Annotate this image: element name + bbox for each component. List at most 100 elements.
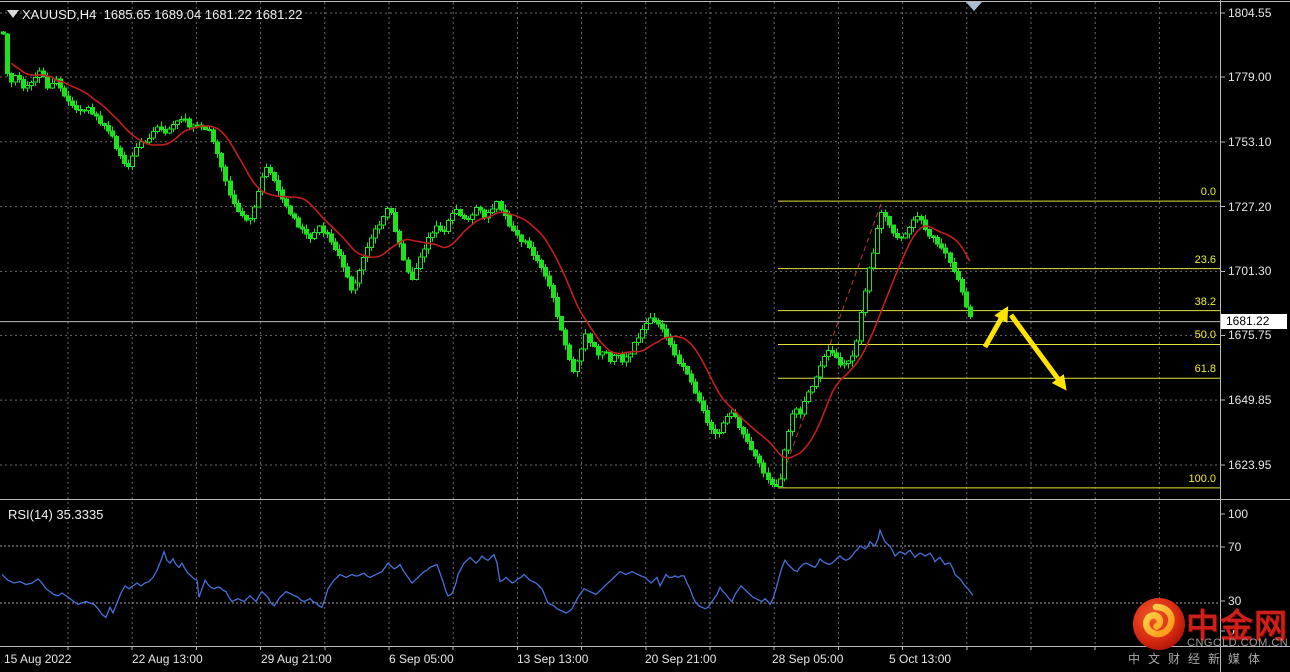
candle-body xyxy=(385,208,390,218)
candle-body xyxy=(535,255,540,261)
candle-body xyxy=(891,224,896,234)
candle-body xyxy=(628,353,633,358)
candle-body xyxy=(931,235,936,238)
candle-body xyxy=(349,276,354,291)
candle-body xyxy=(70,100,75,106)
time-axis-label: 28 Sep 05:00 xyxy=(772,652,844,666)
candle-body xyxy=(296,217,301,228)
candle-body xyxy=(717,432,722,435)
candle-body xyxy=(689,373,694,383)
candle-body xyxy=(531,246,536,256)
scroll-to-end-marker[interactable] xyxy=(966,2,982,11)
candle-body xyxy=(919,215,924,221)
candle-body xyxy=(705,409,710,423)
candle-body xyxy=(21,79,26,89)
candle-body xyxy=(74,105,79,110)
candle-body xyxy=(118,147,123,156)
symbol-dropdown-icon[interactable] xyxy=(7,10,19,18)
candle-body xyxy=(782,449,787,480)
candle-body xyxy=(895,232,900,238)
candle-body xyxy=(462,215,467,220)
candle-body xyxy=(907,227,912,235)
candle-body xyxy=(952,262,957,272)
candle-body xyxy=(195,124,200,127)
candle-body xyxy=(207,128,212,131)
logo-domain-text: CNGOLD.COM.CN xyxy=(1187,637,1289,649)
candle-body xyxy=(438,225,443,231)
candle-body xyxy=(859,311,864,342)
candle-body xyxy=(551,285,556,298)
rsi-line xyxy=(1,528,974,619)
candle-body xyxy=(903,233,908,239)
candle-body xyxy=(624,356,629,363)
candle-body xyxy=(523,240,528,243)
candle-body xyxy=(240,211,245,217)
candle-body xyxy=(596,346,601,356)
candle-body xyxy=(790,413,795,433)
rsi-panel[interactable] xyxy=(0,528,1220,619)
candle-body xyxy=(29,81,34,87)
candle-body xyxy=(264,167,269,178)
candle-body xyxy=(223,166,228,182)
candle-body xyxy=(276,180,281,191)
candle-body xyxy=(268,167,273,174)
candle-body xyxy=(353,282,358,291)
candle-body xyxy=(685,366,690,375)
candle-body xyxy=(98,115,103,124)
rsi-indicator-label: RSI(14) 35.3335 xyxy=(8,507,104,522)
candle-body xyxy=(406,259,411,273)
candle-body xyxy=(652,317,657,322)
candle-body xyxy=(171,124,176,130)
candle-body xyxy=(114,135,119,149)
candle-body xyxy=(458,209,463,217)
candle-body xyxy=(147,137,152,143)
candle-body xyxy=(414,268,419,280)
candle-body xyxy=(499,201,504,211)
candle-body xyxy=(806,391,811,402)
candle-body xyxy=(672,343,677,356)
candle-body xyxy=(442,229,447,232)
candle-body xyxy=(126,163,131,168)
candle-body xyxy=(753,449,758,457)
candle-body xyxy=(130,155,135,168)
candle-body xyxy=(228,180,233,196)
candle-body xyxy=(337,249,342,257)
candle-body xyxy=(559,316,564,331)
annotation-arrow-down[interactable] xyxy=(1008,313,1067,391)
candle-body xyxy=(284,198,289,207)
candle-body xyxy=(478,207,483,211)
ohlc-quote: 1685.65 1689.04 1681.22 1681.22 xyxy=(103,7,303,22)
candle-body xyxy=(721,422,726,434)
annotation-arrow-up[interactable] xyxy=(982,306,1009,349)
candle-body xyxy=(175,120,180,126)
ma-line xyxy=(10,62,971,459)
time-axis-label: 20 Sep 21:00 xyxy=(645,652,717,666)
candle-body xyxy=(660,323,665,330)
candle-body xyxy=(935,236,940,245)
fibonacci-retracement[interactable] xyxy=(777,200,1220,489)
candle-body xyxy=(571,358,576,373)
logo-swirl-icon xyxy=(1133,598,1185,650)
candle-body xyxy=(308,233,313,239)
candle-body xyxy=(842,363,847,366)
candle-body xyxy=(515,230,520,236)
candle-body xyxy=(899,236,904,239)
time-axis-label: 22 Aug 13:00 xyxy=(132,652,203,666)
candle-body xyxy=(668,336,673,345)
candle-body xyxy=(280,189,285,200)
candle-body xyxy=(183,118,188,121)
candle-body xyxy=(774,483,779,487)
candle-body xyxy=(664,328,669,338)
candle-body xyxy=(519,234,524,242)
candle-body xyxy=(446,220,451,233)
candle-body xyxy=(490,208,495,213)
candle-body xyxy=(450,212,455,222)
candle-body xyxy=(78,108,83,111)
chart-canvas[interactable] xyxy=(0,0,1290,672)
candle-body xyxy=(575,360,580,373)
candle-body xyxy=(482,209,487,219)
candle-body xyxy=(798,408,803,415)
symbol-timeframe: XAUUSD,H4 xyxy=(22,7,97,22)
candle-body xyxy=(94,113,99,117)
candle-body xyxy=(272,172,277,182)
